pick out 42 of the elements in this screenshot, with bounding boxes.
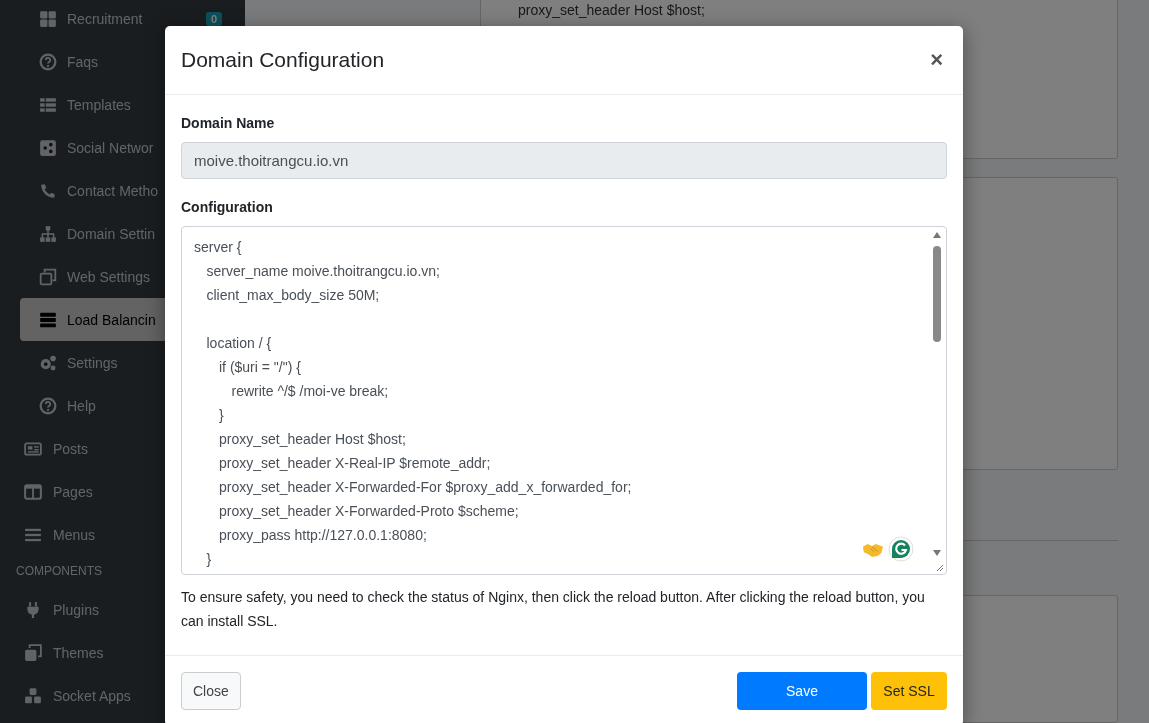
newspaper-icon [24, 439, 42, 458]
sidebar-item[interactable]: Themes [0, 631, 245, 674]
code-line: if ($uri = "/") { [219, 358, 301, 377]
code-line: server_name moive.thoitrangcu.io.vn; [206, 262, 440, 281]
resize-handle-icon[interactable] [934, 562, 944, 572]
columns-icon [24, 482, 42, 501]
cubes-icon [24, 686, 42, 705]
question-circle-icon [39, 52, 57, 71]
clone-icon [24, 643, 42, 662]
code-line: proxy_set_header X-Forwarded-Proto $scheme; [219, 502, 519, 521]
section-header: COMPONENTS [15, 563, 103, 580]
code-line: proxy_set_header X-Forwarded-For $proxy_add_x_forwarded_for; [219, 478, 632, 497]
sitemap-icon [39, 224, 57, 243]
code-line: } [206, 550, 212, 569]
count-badge: 0 [206, 11, 223, 26]
code-line: rewrite ^/$ /moi-ve break; [231, 382, 389, 401]
field-label: Configuration [181, 199, 274, 215]
help-text: To ensure safety, you need to check the status of Nginx, then click the reload button. After clicking the reload button, you can install SSL. [181, 588, 926, 631]
phone-icon [39, 181, 57, 200]
server-icon [39, 310, 57, 329]
save-button[interactable]: Save [737, 672, 867, 710]
handshake-icon[interactable] [862, 543, 884, 558]
domain-name-field[interactable]: moive.thoitrangcu.io.vn [181, 142, 947, 179]
question-circle-icon [39, 396, 57, 415]
code-line: server { [194, 238, 242, 257]
list-icon [39, 95, 57, 114]
plug-icon [24, 600, 42, 619]
grid-icon [39, 9, 57, 28]
field-label: Domain Name [181, 115, 276, 131]
code-line: } [219, 406, 224, 425]
code-line: proxy_set_header X-Real-IP $remote_addr; [219, 454, 491, 473]
sidebar-item[interactable]: Recruitment 0 [20, 0, 245, 40]
code-line: proxy_set_header Host $host; [518, 1, 705, 19]
dialog-title: Domain Configuration [181, 48, 385, 72]
close-button[interactable]: × [926, 47, 947, 73]
set-ssl-button[interactable]: Set SSL [871, 672, 947, 710]
grammar-assistant-icon[interactable] [888, 536, 914, 562]
code-line: proxy_set_header Host $host; [219, 430, 406, 449]
close-button[interactable]: Close [181, 672, 241, 710]
code-line: proxy_pass http://127.0.0.1:8080; [219, 526, 427, 545]
windows-icon [39, 267, 57, 286]
configuration-field[interactable] [181, 226, 947, 575]
